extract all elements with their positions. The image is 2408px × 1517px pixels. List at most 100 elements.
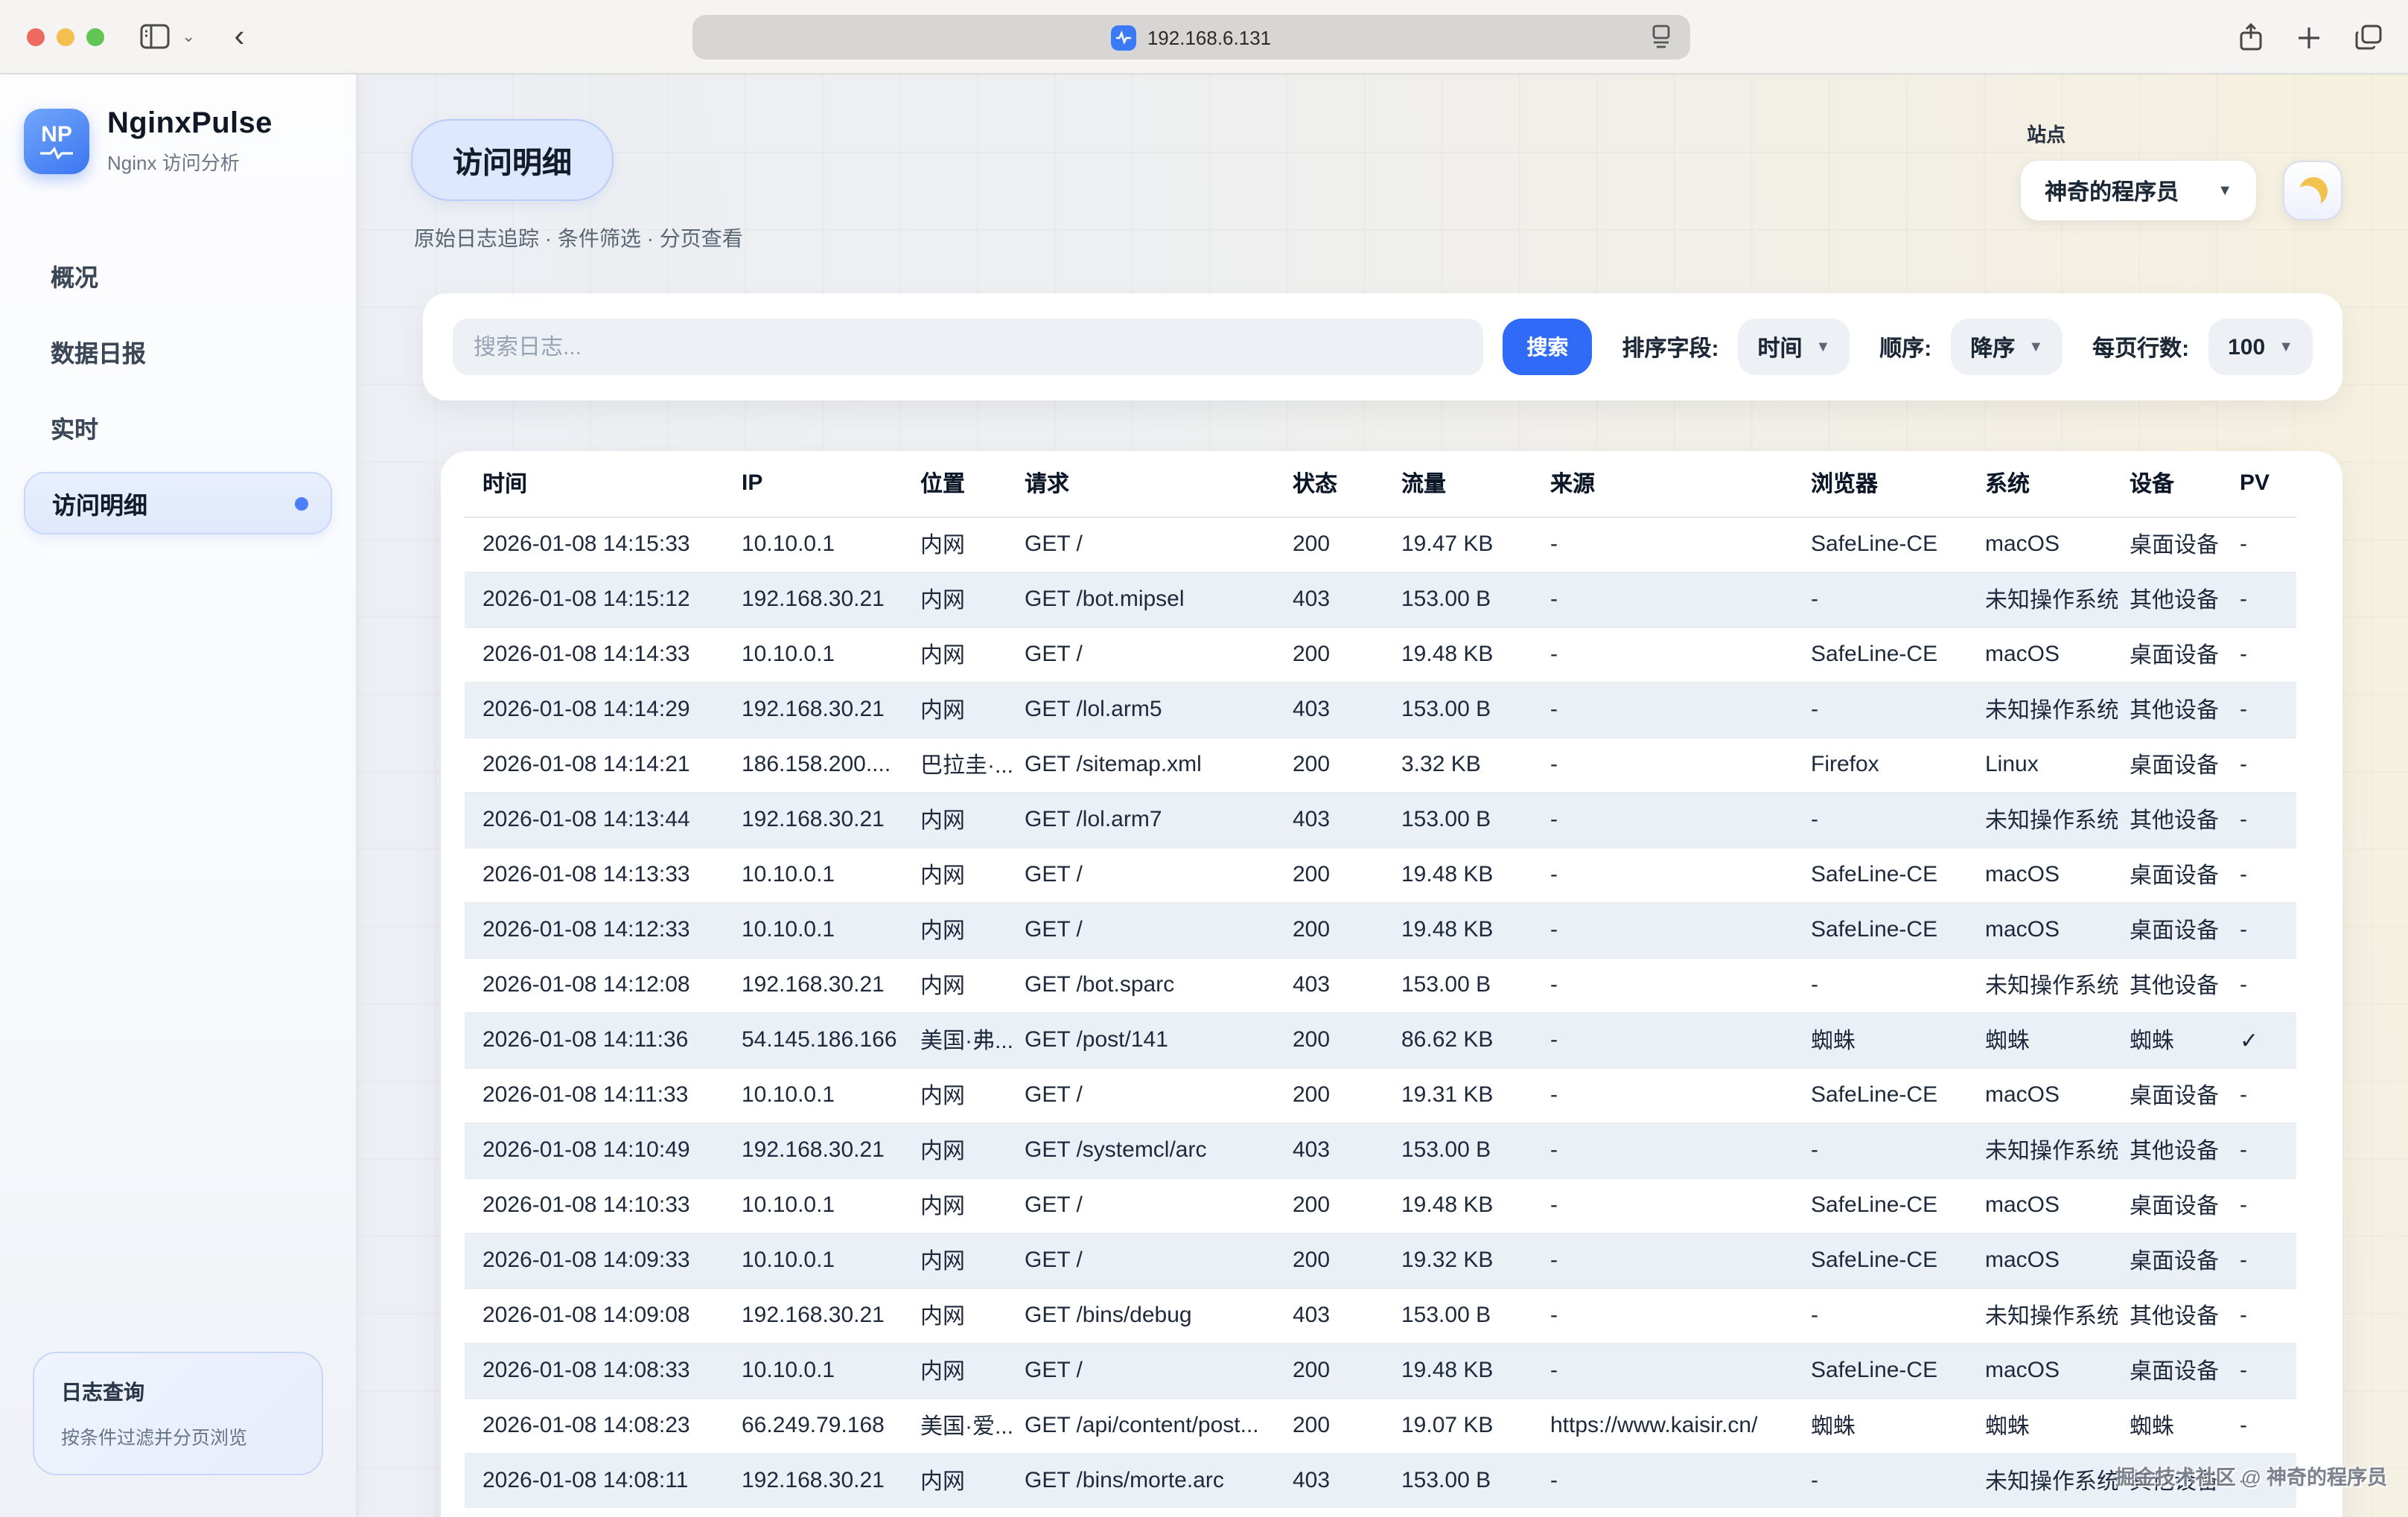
cell-status: 403: [1281, 792, 1389, 847]
share-icon[interactable]: [2238, 22, 2264, 52]
cell-system: macOS: [1973, 847, 2118, 902]
cell-location: 内网: [908, 1453, 1013, 1508]
cell-pv: -: [2228, 1122, 2296, 1178]
cell-time: 2026-01-08 14:12:08: [465, 957, 730, 1012]
order-select[interactable]: 降序 ▼: [1951, 319, 2063, 375]
table-row: 2026-01-08 14:11:33 10.10.0.1 内网 GET / 2…: [465, 1067, 2296, 1122]
cell-status: 200: [1281, 627, 1389, 682]
cell-ip: 66.249.79.168: [730, 1398, 908, 1453]
sidebar-item-access-detail[interactable]: 访问明细: [24, 472, 332, 534]
cell-status: 403: [1281, 1288, 1389, 1343]
cell-location: 美国·爱...: [908, 1398, 1013, 1453]
theme-toggle-button[interactable]: [2283, 161, 2342, 220]
cell-system: macOS: [1973, 517, 2118, 572]
cell-system: 未知操作系统: [1973, 957, 2118, 1012]
table-row: 2026-01-08 14:08:11 192.168.30.21 内网 GET…: [465, 1453, 2296, 1508]
app-logo-text: NP: [41, 124, 72, 146]
cell-pv: -: [2228, 847, 2296, 902]
url-text: 192.168.6.131: [1147, 26, 1271, 48]
cell-source: -: [1538, 847, 1799, 902]
page-size-label: 每页行数:: [2092, 331, 2189, 363]
table-row: 2026-01-08 14:09:08 192.168.30.21 内网 GET…: [465, 1288, 2296, 1343]
cell-location: 内网: [908, 1178, 1013, 1233]
active-indicator-dot: [295, 496, 308, 510]
main-content: 访问明细 原始日志追踪 · 条件筛选 · 分页查看 站点 神奇的程序员 ▼: [357, 74, 2408, 1517]
cell-device: 其他设备: [2118, 957, 2228, 1012]
sidebar-item-realtime[interactable]: 实时: [24, 396, 332, 459]
reader-mode-icon[interactable]: [1650, 24, 1672, 57]
search-button[interactable]: 搜索: [1503, 319, 1592, 375]
site-picker: 站点 神奇的程序员 ▼: [2021, 119, 2342, 220]
sidebar-item-overview[interactable]: 概况: [24, 244, 332, 307]
cell-browser: SafeLine-CE: [1799, 1343, 1973, 1398]
cell-status: 200: [1281, 902, 1389, 957]
cell-pv: -: [2228, 957, 2296, 1012]
close-window-button[interactable]: [27, 28, 45, 45]
cell-device: 蜘蛛: [2118, 1012, 2228, 1067]
zoom-window-button[interactable]: [86, 28, 104, 45]
cell-system: macOS: [1973, 1067, 2118, 1122]
tab-overview-icon[interactable]: [2354, 24, 2383, 51]
cell-time: 2026-01-08 14:09:33: [465, 1233, 730, 1288]
cell-system: macOS: [1973, 1178, 2118, 1233]
address-bar[interactable]: 192.168.6.131: [692, 15, 1690, 60]
back-icon[interactable]: ‹: [234, 21, 244, 52]
table-row: 2026-01-08 14:15:12 192.168.30.21 内网 GET…: [465, 572, 2296, 627]
cell-time: 2026-01-08 14:11:33: [465, 1067, 730, 1122]
caret-down-icon: ▼: [2028, 339, 2043, 355]
cell-traffic: 19.07 KB: [1389, 1398, 1538, 1453]
site-select[interactable]: 神奇的程序员 ▼: [2021, 161, 2256, 220]
page-title: 访问明细: [411, 119, 614, 201]
cell-time: 2026-01-08 14:15:12: [465, 572, 730, 627]
app-logo: NP: [24, 109, 89, 174]
chevron-down-icon[interactable]: ⌄: [182, 27, 195, 46]
cell-pv: -: [2228, 572, 2296, 627]
cell-time: 2026-01-08 14:12:33: [465, 902, 730, 957]
sort-field-select[interactable]: 时间 ▼: [1738, 319, 1850, 375]
cell-traffic: 153.00 B: [1389, 1288, 1538, 1343]
cell-browser: -: [1799, 682, 1973, 737]
cell-browser: SafeLine-CE: [1799, 517, 1973, 572]
caret-down-icon: ▼: [2278, 339, 2293, 355]
cell-location: 内网: [908, 627, 1013, 682]
cell-browser: -: [1799, 572, 1973, 627]
sidebar-toggle-icon[interactable]: [140, 24, 170, 49]
cell-device: 桌面设备: [2118, 737, 2228, 792]
cell-ip: 10.10.0.1: [730, 517, 908, 572]
cell-device: 桌面设备: [2118, 627, 2228, 682]
search-input[interactable]: [453, 319, 1483, 375]
cell-status: 200: [1281, 1178, 1389, 1233]
cell-status: 200: [1281, 1233, 1389, 1288]
cell-time: 2026-01-08 14:08:23: [465, 1398, 730, 1453]
cell-request: GET /: [1013, 627, 1281, 682]
cell-traffic: 3.32 KB: [1389, 737, 1538, 792]
cell-request: GET /bot.sparc: [1013, 957, 1281, 1012]
new-tab-icon[interactable]: [2296, 25, 2322, 50]
page-size-select[interactable]: 100 ▼: [2208, 319, 2313, 375]
table-row: 2026-01-08 14:10:33 10.10.0.1 内网 GET / 2…: [465, 1178, 2296, 1233]
order-value: 降序: [1970, 331, 2015, 363]
cell-ip: 10.10.0.1: [730, 1067, 908, 1122]
cell-device: 其他设备: [2118, 682, 2228, 737]
cell-pv: -: [2228, 517, 2296, 572]
cell-traffic: 86.62 KB: [1389, 1012, 1538, 1067]
cell-pv: -: [2228, 1288, 2296, 1343]
minimize-window-button[interactable]: [57, 28, 74, 45]
cell-source: -: [1538, 1343, 1799, 1398]
cell-ip: 10.10.0.1: [730, 902, 908, 957]
cell-source: -: [1538, 1067, 1799, 1122]
cell-traffic: 19.32 KB: [1389, 1233, 1538, 1288]
sidebar-item-daily-report[interactable]: 数据日报: [24, 320, 332, 383]
cell-device: 桌面设备: [2118, 1067, 2228, 1122]
cell-pv: -: [2228, 1178, 2296, 1233]
cell-location: 内网: [908, 957, 1013, 1012]
column-header: 来源: [1538, 451, 1799, 517]
cell-location: 巴拉圭·...: [908, 737, 1013, 792]
cell-status: 403: [1281, 1122, 1389, 1178]
cell-location: 内网: [908, 792, 1013, 847]
cell-device: 其他设备: [2118, 1288, 2228, 1343]
caret-down-icon: ▼: [2217, 182, 2232, 199]
cell-browser: -: [1799, 1122, 1973, 1178]
cell-status: 200: [1281, 1012, 1389, 1067]
cell-ip: 192.168.30.21: [730, 1453, 908, 1508]
